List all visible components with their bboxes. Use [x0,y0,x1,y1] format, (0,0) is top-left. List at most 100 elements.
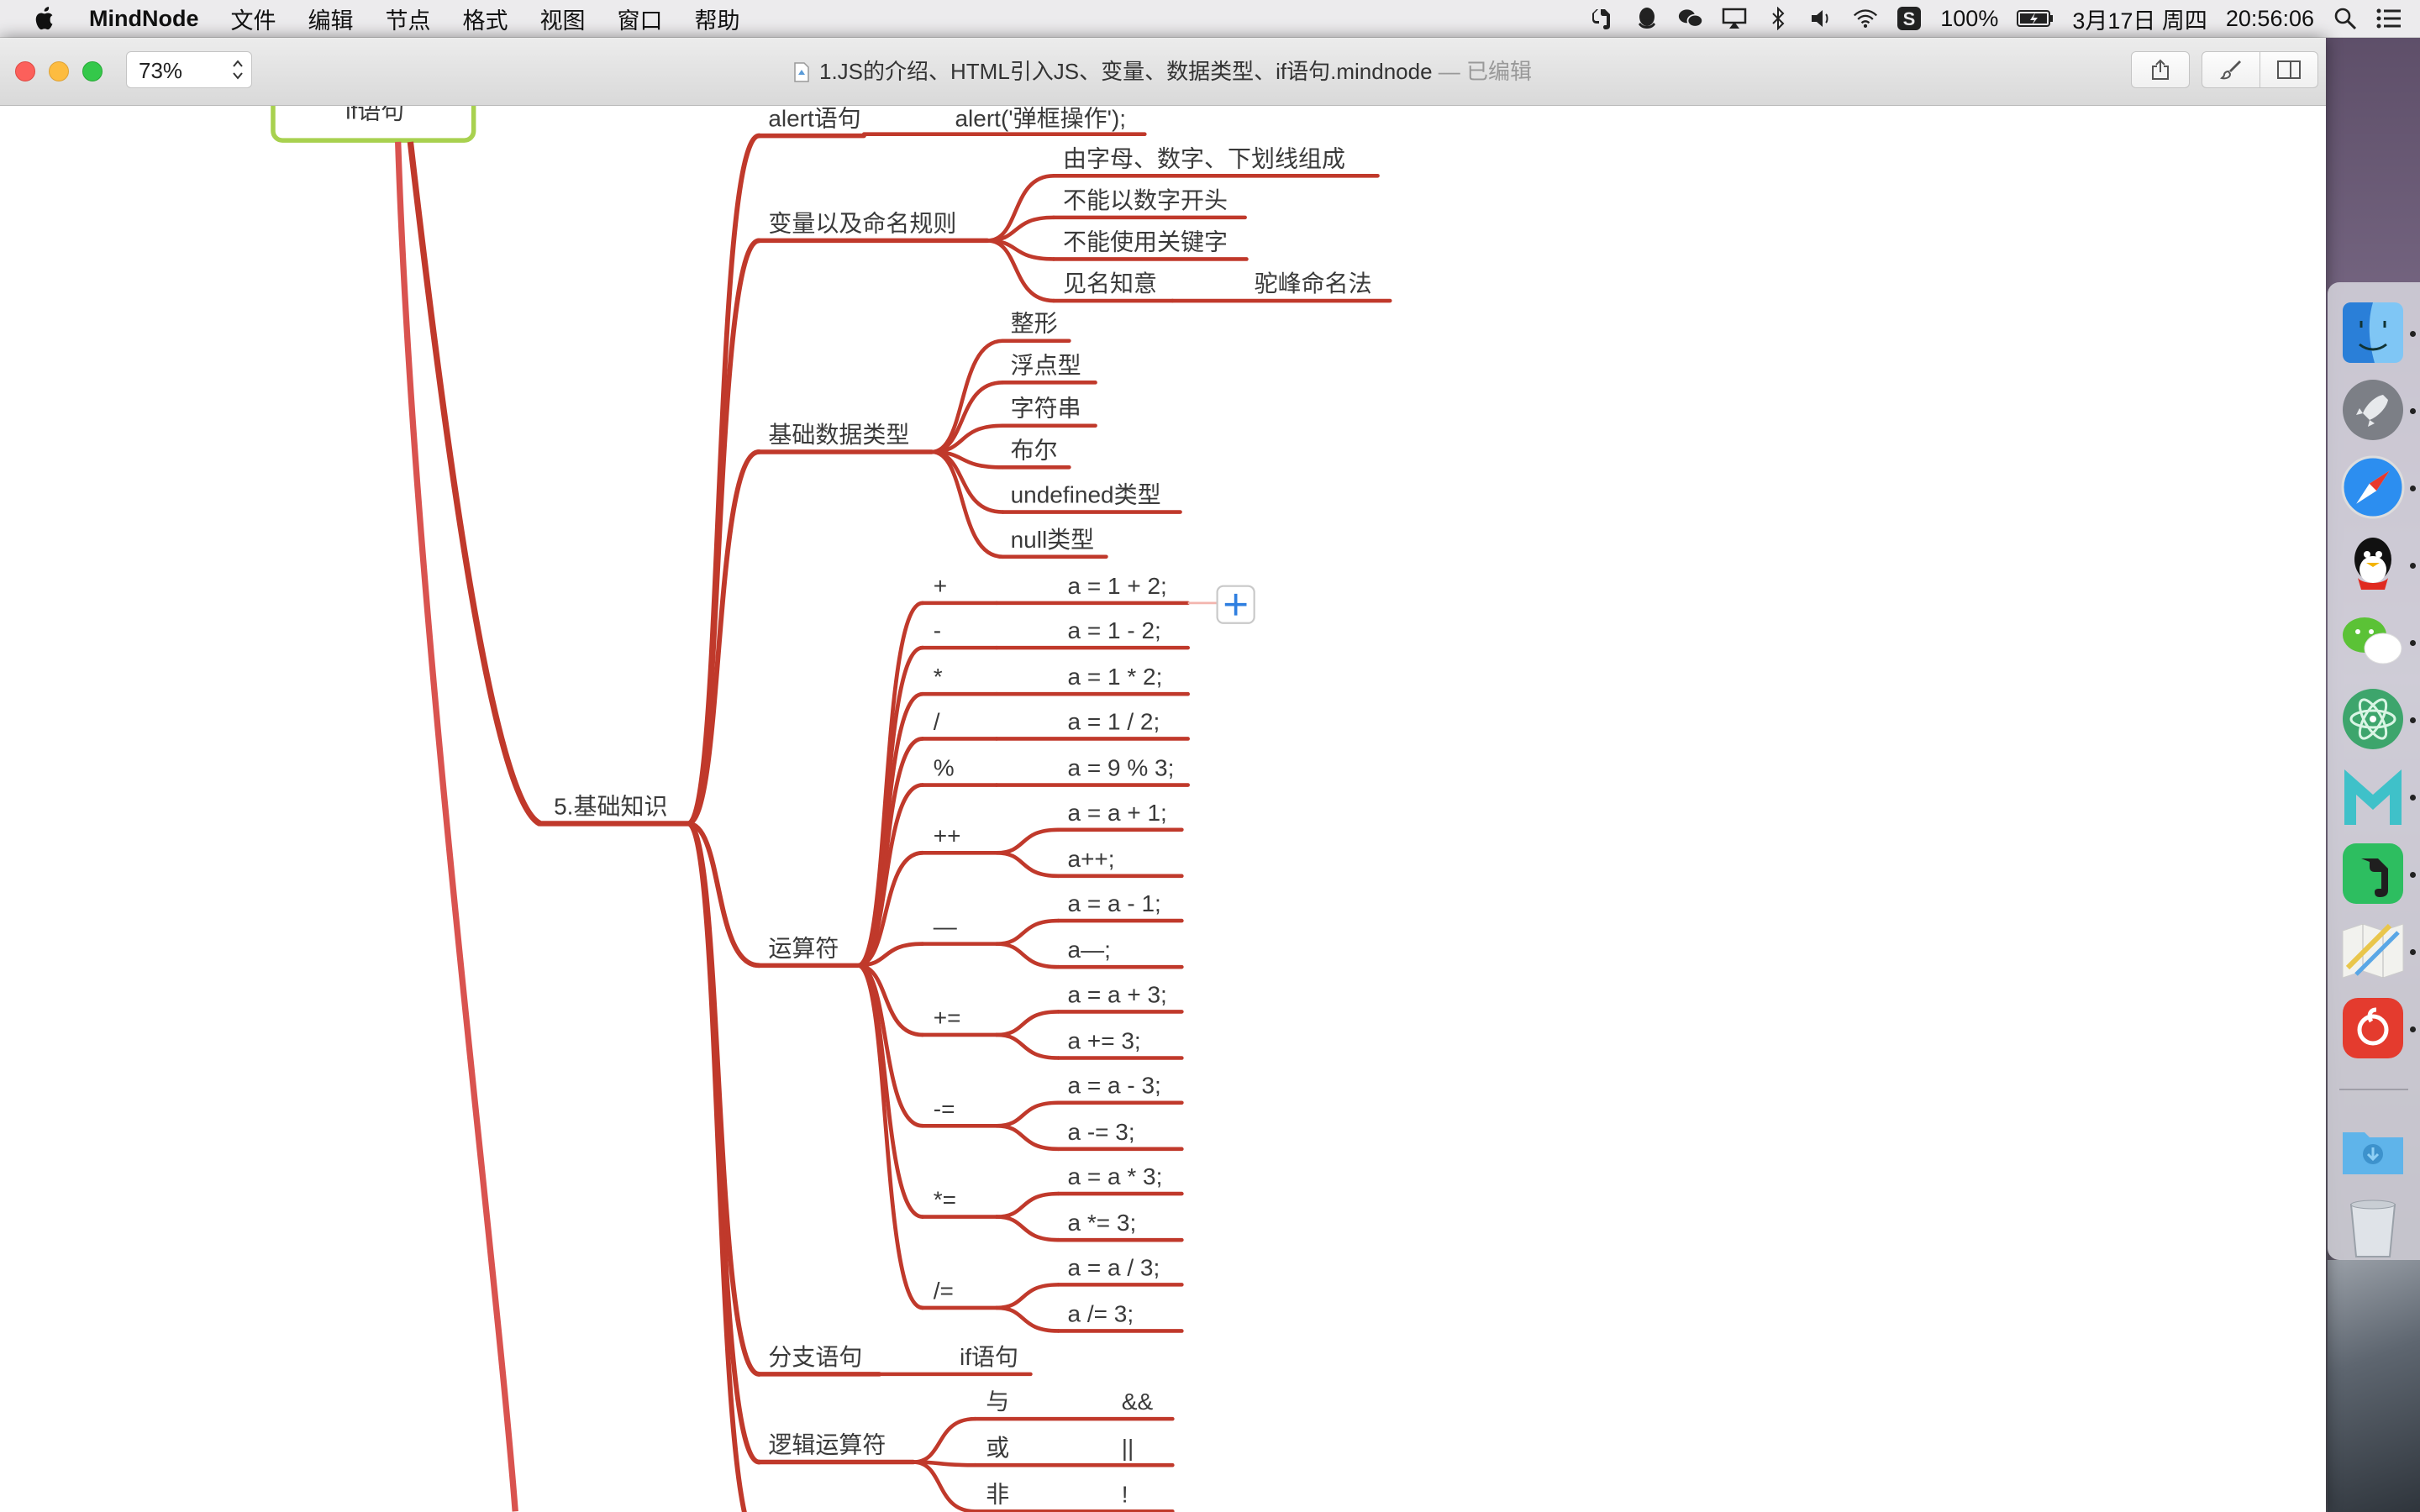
menu-view[interactable]: 视图 [539,3,585,35]
operator-label[interactable]: * [934,664,943,690]
evernote-tray-icon[interactable] [1591,6,1616,31]
volume-icon[interactable] [1809,6,1834,31]
time-display[interactable]: 20:56:06 [2226,6,2314,32]
operator-label[interactable]: % [934,755,955,781]
atom-icon[interactable] [2339,685,2407,753]
operator-example-label[interactable]: a = 1 + 2; [1068,573,1167,599]
variables-sub-label[interactable]: 驼峰命名法 [1255,270,1372,297]
operator-example-label[interactable]: a *= 3; [1068,1210,1137,1236]
logic-name-label[interactable]: 或 [986,1435,1009,1461]
root-node-label[interactable]: if语句 [345,106,404,123]
type-child-label[interactable]: undefined类型 [1011,482,1161,508]
airplay-icon[interactable] [1722,6,1747,31]
operator-label[interactable]: -= [934,1095,955,1121]
share-button[interactable] [2131,51,2190,88]
operator-example-label[interactable]: a = 9 % 3; [1068,755,1175,781]
operator-example-label[interactable]: a = a / 3; [1068,1254,1160,1280]
safari-icon[interactable] [2339,454,2407,521]
operator-example-label[interactable]: a = a - 1; [1068,890,1161,916]
operator-example-label[interactable]: a = 1 * 2; [1068,664,1163,690]
logic-name-label[interactable]: 非 [986,1481,1009,1507]
operator-label[interactable]: /= [934,1278,954,1304]
variables-node-label[interactable]: 变量以及命名规则 [768,210,956,236]
mindnode-icon[interactable] [2339,763,2407,830]
operator-label[interactable]: — [934,914,957,940]
main-node-label[interactable]: 5.基础知识 [554,793,667,819]
branch-statement-node-label[interactable]: 分支语句 [768,1344,862,1370]
minimize-window-button[interactable] [49,61,69,81]
menu-file[interactable]: 文件 [230,3,276,35]
variables-child-label[interactable]: 见名知意 [1063,270,1157,297]
operator-example-label[interactable]: a++; [1068,846,1115,872]
menu-node[interactable]: 节点 [385,3,430,35]
qq-tray-icon[interactable] [1634,6,1660,31]
evernote-icon[interactable] [2339,840,2407,907]
alert-child-label[interactable]: alert('弹框操作'); [955,106,1126,132]
operator-example-label[interactable]: a += 3; [1068,1027,1141,1053]
sogou-input-icon[interactable]: S [1897,6,1922,31]
toggle-sidebar-button[interactable] [2260,51,2318,88]
battery-icon[interactable] [2017,6,2054,31]
notification-center-icon[interactable] [2376,6,2402,31]
variables-child-label[interactable]: 不能以数字开头 [1063,187,1228,213]
operator-example-label[interactable]: a = a + 3; [1068,981,1167,1007]
launchpad-icon[interactable] [2339,376,2407,444]
apple-menu-icon[interactable] [34,6,57,31]
type-child-label[interactable]: 浮点型 [1011,352,1081,378]
type-child-label[interactable]: null类型 [1011,527,1095,553]
operator-example-label[interactable]: a = a * 3; [1068,1163,1163,1189]
type-child-label[interactable]: 字符串 [1011,396,1081,422]
operators-node-label[interactable]: 运算符 [768,935,839,961]
menu-edit[interactable]: 编辑 [308,3,353,35]
operator-example-label[interactable]: a = a - 3; [1068,1073,1161,1099]
operator-label[interactable]: ++ [934,822,961,848]
operator-label[interactable]: / [934,708,940,734]
app-menu[interactable]: MindNode [89,6,198,32]
variables-child-label[interactable]: 不能使用关键字 [1063,228,1228,255]
operator-label[interactable]: - [934,617,941,643]
logic-symbol-label[interactable]: ! [1122,1481,1128,1507]
operator-example-label[interactable]: a = 1 - 2; [1068,617,1161,643]
operator-example-label[interactable]: a—; [1068,937,1111,963]
stepper-arrows-icon[interactable] [231,57,245,82]
operator-example-label[interactable]: a = a + 1; [1068,800,1167,826]
branch-child-label[interactable]: if语句 [960,1344,1018,1370]
types-node-label[interactable]: 基础数据类型 [768,422,909,448]
date-display[interactable]: 3月17日 周四 [2072,3,2207,35]
logic-symbol-label[interactable]: || [1122,1435,1134,1461]
variables-child-branch [985,174,1056,243]
operator-example-label[interactable]: a -= 3; [1068,1119,1135,1145]
zoom-select[interactable]: 73% [126,51,252,88]
wechat-icon[interactable] [2339,608,2407,675]
type-child-label[interactable]: 布尔 [1011,437,1058,463]
bluetooth-icon[interactable] [1765,6,1791,31]
finder-icon[interactable] [2339,299,2407,366]
logic-symbol-label[interactable]: && [1122,1389,1154,1415]
downloads-folder-icon[interactable] [2339,1116,2407,1183]
menu-help[interactable]: 帮助 [694,3,739,35]
wechat-tray-icon[interactable] [1678,6,1704,31]
title-bar[interactable]: 73% 1.JS的介绍、HTML引入JS、变量、数据类型、if语句.mindno… [0,38,2326,106]
menu-window[interactable]: 窗口 [617,3,662,35]
operator-label[interactable]: += [934,1005,961,1031]
type-child-label[interactable]: 整形 [1011,311,1058,337]
wifi-icon[interactable] [1853,6,1878,31]
operator-example-label[interactable]: a = 1 / 2; [1068,708,1160,734]
alert-node-label[interactable]: alert语句 [768,106,860,132]
maps-icon[interactable] [2339,917,2407,984]
operator-example-label[interactable]: a /= 3; [1068,1300,1134,1326]
variables-child-label[interactable]: 由字母、数字、下划线组成 [1063,145,1345,171]
mindmap-canvas[interactable]: if语句 5.基础知识 alert语句变量以及命名规则 基础数据类型 运算符分支语句逻辑… [0,106,2326,1512]
netease-music-icon[interactable] [2339,995,2407,1062]
trash-icon[interactable] [2339,1193,2407,1260]
operator-label[interactable]: + [934,573,947,599]
menu-format[interactable]: 格式 [462,3,508,35]
logic-operators-node-label[interactable]: 逻辑运算符 [768,1432,886,1458]
style-inspector-button[interactable] [2202,51,2260,88]
qq-icon[interactable] [2339,531,2407,598]
operator-label[interactable]: *= [934,1187,956,1213]
close-window-button[interactable] [15,61,35,81]
logic-name-label[interactable]: 与 [986,1389,1009,1415]
fullscreen-window-button[interactable] [82,61,103,81]
spotlight-search-icon[interactable] [2333,6,2358,31]
